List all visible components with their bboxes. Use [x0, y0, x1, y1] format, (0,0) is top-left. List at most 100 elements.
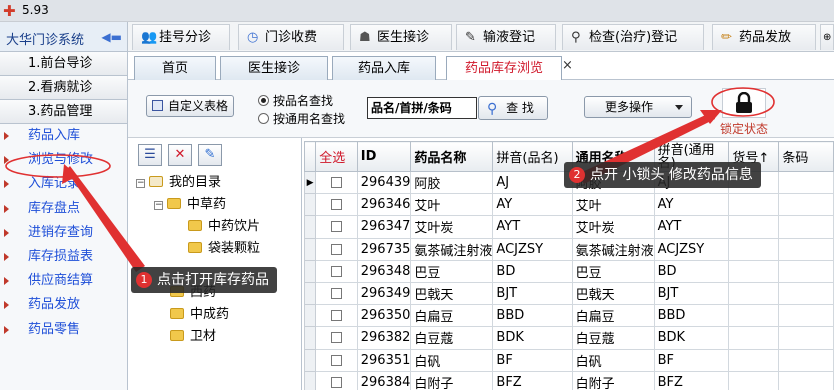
cell-generic-pinyin: BF [653, 348, 730, 372]
row-checkbox[interactable] [315, 170, 358, 195]
search-input[interactable]: 品名/首拼/条码 [367, 97, 477, 119]
list-view-button[interactable]: ☰ [138, 144, 162, 166]
sidebar-item-label: 库存盘点 [28, 200, 81, 216]
tree-node-herbal-slices[interactable]: 中药饮片 [188, 218, 260, 238]
sidebar-item-drug-stock-in[interactable]: 药品入库 [0, 124, 127, 148]
column-header-id[interactable]: ID [356, 141, 412, 172]
tree-node-chinese-herbs[interactable]: − 中草药 [154, 196, 226, 216]
tab-doctor-reception[interactable]: ☗ 医生接诊 [350, 24, 452, 50]
collapse-icon[interactable]: − [154, 201, 163, 210]
cell-generic-pinyin: ACJZSY [653, 237, 730, 261]
row-checkbox[interactable] [315, 326, 358, 350]
table-row[interactable]: 296382 白豆蔻 BDK 白豆蔻 BDK [304, 326, 834, 350]
folder-icon [170, 308, 184, 319]
doc-tab-drug-stock-in[interactable]: 药品入库 [332, 56, 436, 80]
cell-drug-name: 白扁豆 [410, 304, 494, 328]
radio-label: 按通用名查找 [273, 112, 346, 126]
checkbox-icon[interactable] [331, 332, 342, 344]
row-checkbox[interactable] [315, 193, 358, 217]
sidebar-section-consultation[interactable]: 2.看病就诊 [0, 76, 127, 100]
cell-barcode [778, 281, 834, 306]
tree-root[interactable]: − 我的目录 [136, 174, 221, 194]
tree-node-patent-medicine[interactable]: 中成药 [170, 306, 229, 326]
checkbox-icon[interactable] [331, 221, 342, 233]
tab-drug-dispense[interactable]: ✏ 药品发放 [712, 24, 816, 50]
table-row[interactable]: 296349 巴戟天 BJT 巴戟天 BJT [304, 281, 834, 306]
doc-tab-home[interactable]: 首页 [134, 56, 216, 80]
tab-infusion-registration[interactable]: ✎ 输液登记 [456, 24, 556, 50]
checkbox-icon[interactable] [331, 288, 342, 300]
tab-registration[interactable]: 👥 挂号分诊 [132, 24, 230, 50]
row-checkbox[interactable] [315, 304, 358, 328]
more-operations-dropdown[interactable]: 更多操作 [584, 96, 692, 118]
row-checkbox[interactable] [315, 370, 358, 390]
column-header-barcode[interactable]: 条码 [778, 141, 834, 172]
cell-id: 296349 [356, 281, 412, 306]
checkbox-icon[interactable] [331, 376, 342, 388]
tab-exam-registration[interactable]: ⚲ 检查(治疗)登记 [562, 24, 704, 50]
row-checkbox[interactable] [315, 237, 358, 261]
tab-label: 检查(治疗)登记 [589, 30, 678, 45]
row-checkbox[interactable] [315, 215, 358, 239]
window-title: 5.93 [22, 3, 49, 17]
sidebar-item-browse-edit[interactable]: 浏览与修改 [0, 148, 127, 172]
table-row[interactable]: 296351 白矾 BF 白矾 BF [304, 348, 834, 372]
radio-by-generic-name[interactable]: 按通用名查找 [258, 111, 345, 127]
search-button[interactable]: ⚲ 查 找 [478, 96, 548, 120]
tree-node-granules[interactable]: 袋装颗粒 [188, 240, 260, 260]
cell-id: 296439 [356, 170, 412, 195]
checkbox-icon[interactable] [331, 199, 342, 211]
cell-id: 296382 [356, 326, 412, 350]
sidebar-item-purchase-sales-query[interactable]: 进销存查询 [0, 221, 127, 245]
delete-button[interactable]: ✕ [168, 144, 192, 166]
row-checkbox[interactable] [315, 348, 358, 372]
table-row[interactable]: 296347 艾叶炭 AYT 艾叶炭 AYT [304, 215, 834, 239]
sidebar-item-stock-loss-report[interactable]: 库存损益表 [0, 245, 127, 269]
radio-by-drug-name[interactable]: 按品名查找 [258, 93, 333, 109]
custom-table-button[interactable]: 自定义表格 [146, 95, 234, 117]
sidebar-item-drug-dispense[interactable]: 药品发放 [0, 293, 127, 317]
table-row[interactable]: 296348 巴豆 BD 巴豆 BD [304, 259, 834, 283]
tab-outpatient-billing[interactable]: ◷ 门诊收费 [238, 24, 344, 50]
cell-barcode [778, 348, 834, 372]
sidebar-item-label: 药品零售 [28, 321, 81, 337]
table-row[interactable]: 296350 白扁豆 BBD 白扁豆 BBD [304, 304, 834, 328]
sidebar-item-inventory-count[interactable]: 库存盘点 [0, 197, 127, 221]
sidebar-item-stock-in-records[interactable]: 入库记录 [0, 172, 127, 196]
arrow-right-icon [4, 252, 9, 261]
collapse-sidebar-icon[interactable]: ◀▬ [101, 30, 122, 44]
row-checkbox[interactable] [315, 259, 358, 283]
edit-button[interactable]: ✎ [198, 144, 222, 166]
sidebar-item-supplier-settlement[interactable]: 供应商结算 [0, 269, 127, 293]
sidebar-section-front-desk[interactable]: 1.前台导诊 [0, 52, 127, 76]
lock-button[interactable] [722, 88, 766, 118]
table-row[interactable]: 296384 白附子 BFZ 白附子 BFZ [304, 370, 834, 390]
cell-item-no [728, 193, 780, 217]
sidebar-item-label: 入库记录 [28, 176, 81, 192]
table-row[interactable]: 296346 艾叶 AY 艾叶 AY [304, 193, 834, 217]
table-row[interactable]: 296735 氨茶碱注射液 ACJZSY 氨茶碱注射液 ACJZSY [304, 237, 834, 261]
sidebar-section-drug-management[interactable]: 3.药品管理 [0, 100, 127, 124]
checkbox-icon[interactable] [331, 177, 342, 189]
nav-scroll-right[interactable]: ⊕ [820, 24, 834, 50]
collapse-icon[interactable]: − [136, 179, 145, 188]
column-header-pinyin[interactable]: 拼音(品名) [492, 141, 573, 172]
sidebar-item-drug-retail[interactable]: 药品零售 [0, 318, 127, 342]
doc-tab-drug-inventory[interactable]: 药品库存浏览 [446, 56, 562, 80]
cell-item-no [728, 348, 780, 372]
checkbox-icon[interactable] [331, 310, 342, 322]
checkbox-icon[interactable] [331, 354, 342, 366]
column-header-drug-name[interactable]: 药品名称 [410, 141, 494, 172]
tree-node-medical-supplies[interactable]: 卫材 [170, 328, 216, 348]
checkbox-icon[interactable] [331, 265, 342, 277]
edit-icon: ✎ [204, 147, 216, 162]
close-tab-icon[interactable]: × [562, 58, 573, 73]
select-all-header[interactable]: 全选 [315, 141, 358, 172]
tab-label: 药品发放 [739, 30, 792, 45]
plus-icon: ⊕ [823, 32, 832, 43]
checkbox-icon[interactable] [331, 243, 342, 255]
doc-tab-doctor-reception[interactable]: 医生接诊 [220, 56, 328, 80]
callout-1: 1 点击打开库存药品 [131, 267, 277, 293]
cell-item-no [728, 370, 780, 390]
row-checkbox[interactable] [315, 281, 358, 306]
